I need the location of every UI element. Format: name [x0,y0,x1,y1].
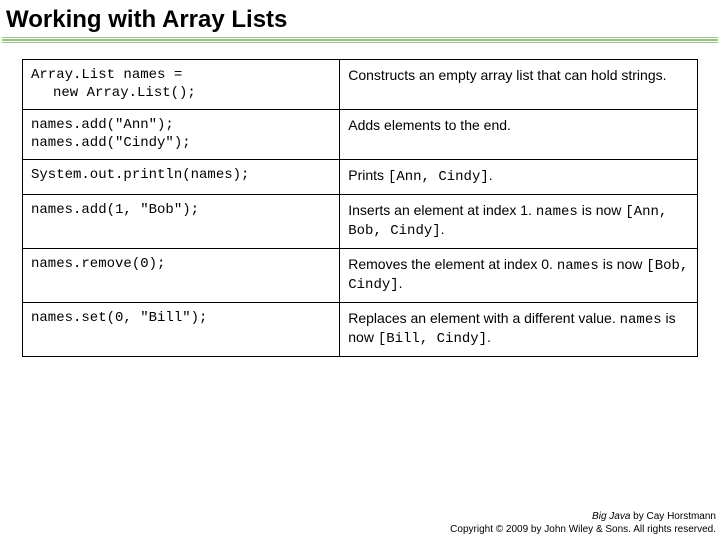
desc-cell: Replaces an element with a different val… [340,302,698,356]
footer-author: by Cay Horstmann [630,511,716,522]
code-cell: names.remove(0); [23,248,340,302]
table-row: System.out.println(names);Prints [Ann, C… [23,160,698,195]
table-row: names.set(0, "Bill");Replaces an element… [23,302,698,356]
arraylist-table: Array.List names =new Array.List();Const… [22,59,698,357]
footer: Big Java by Cay Horstmann Copyright © 20… [450,511,716,536]
table-row: Array.List names =new Array.List();Const… [23,60,698,110]
footer-copyright: Copyright © 2009 by John Wiley & Sons. A… [450,524,716,537]
code-cell: Array.List names =new Array.List(); [23,60,340,110]
desc-cell: Removes the element at index 0. names is… [340,248,698,302]
footer-book: Big Java [592,511,630,522]
page-title: Working with Array Lists [2,0,718,37]
desc-cell: Constructs an empty array list that can … [340,60,698,110]
code-cell: names.set(0, "Bill"); [23,302,340,356]
desc-cell: Inserts an element at index 1. names is … [340,194,698,248]
table-row: names.add("Ann");names.add("Cindy");Adds… [23,110,698,160]
code-cell: names.add(1, "Bob"); [23,194,340,248]
code-cell: names.add("Ann");names.add("Cindy"); [23,110,340,160]
table-row: names.remove(0);Removes the element at i… [23,248,698,302]
table-row: names.add(1, "Bob");Inserts an element a… [23,194,698,248]
title-underline [2,37,718,45]
desc-cell: Prints [Ann, Cindy]. [340,160,698,195]
desc-cell: Adds elements to the end. [340,110,698,160]
code-cell: System.out.println(names); [23,160,340,195]
